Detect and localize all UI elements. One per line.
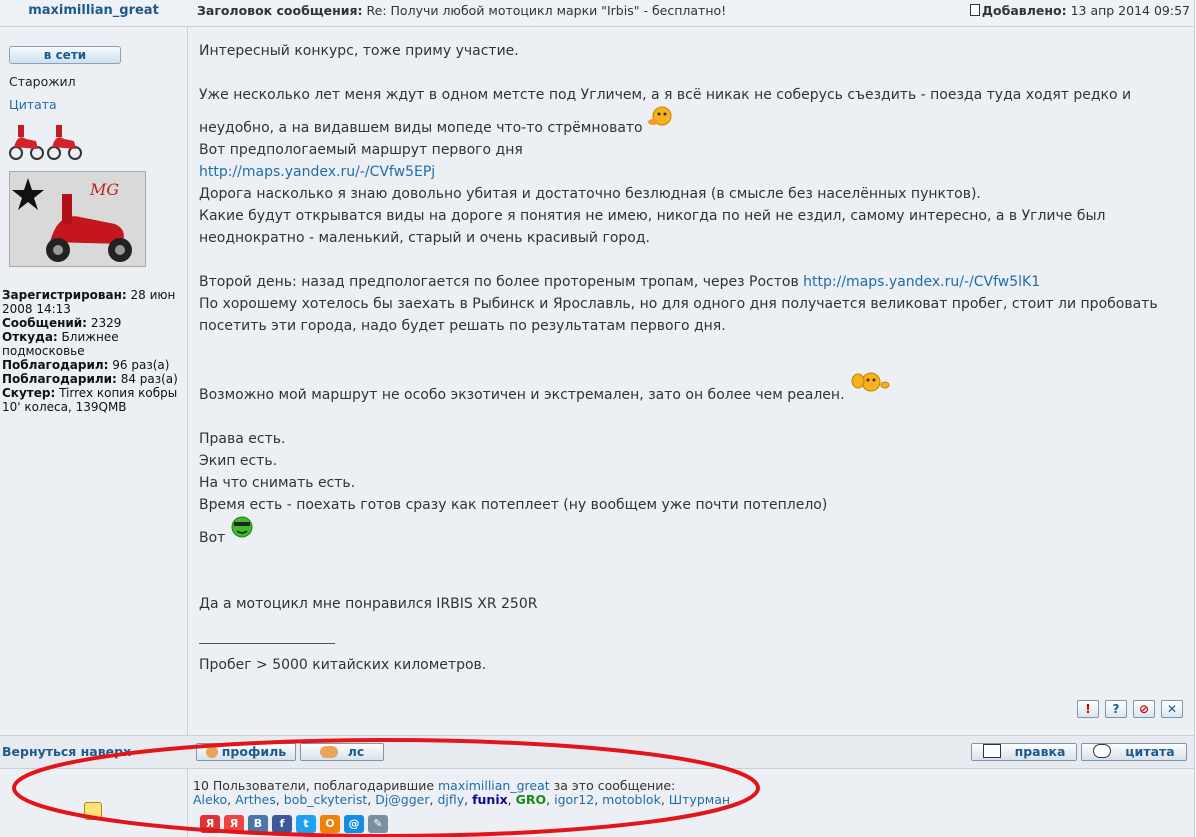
edit-button[interactable]: правка (971, 743, 1077, 761)
help-button[interactable]: ? (1105, 700, 1127, 718)
document-icon (969, 4, 980, 16)
signature-divider (199, 643, 335, 644)
online-status-button[interactable]: в сети (9, 46, 121, 64)
posts-label: Сообщений: (2, 316, 87, 330)
smiley-icon (647, 106, 673, 128)
post-date: Добавлено: 13 апр 2014 09:57 (969, 3, 1190, 18)
posts-value: 2329 (90, 316, 122, 330)
share-bar: Я Я Вf t О @ ✎ (200, 815, 392, 833)
thanks-user[interactable]: motoblok (602, 792, 661, 807)
message-paragraph: На что снимать есть. (199, 475, 356, 491)
thanks-user[interactable]: Aleko (193, 792, 227, 807)
quote-icon (1093, 744, 1112, 758)
mailru-share-icon[interactable]: @ (344, 815, 364, 833)
post-body: Интересный конкурс, тоже приму участие. … (199, 40, 1179, 676)
waving-smiley-icon (849, 371, 891, 393)
edit-label: правка (1014, 744, 1066, 759)
message-text: Второй день: назад предпологается по бол… (199, 274, 799, 290)
thanks-user[interactable]: Dj@gger (375, 792, 429, 807)
message-paragraph: Второй день: назад предпологается по бол… (199, 271, 1179, 293)
message-paragraph: Возможно мой маршрут не особо экзотичен … (199, 371, 1179, 406)
cool-smiley-icon (230, 516, 254, 538)
thanked-label: Поблагодарил: (2, 358, 109, 372)
facebook-share-icon[interactable]: f (272, 815, 292, 833)
subject-label: Заголовок сообщения: (197, 3, 363, 18)
post-subject: Заголовок сообщения: Re: Получи любой мо… (197, 3, 726, 18)
twitter-share-icon[interactable]: t (296, 815, 316, 833)
profile-label: профиль (221, 744, 287, 759)
quote-link[interactable]: Цитата (9, 97, 57, 112)
yandex-share-icon[interactable]: Я (200, 815, 220, 833)
added-label: Добавлено: (981, 3, 1067, 18)
livejournal-share-icon[interactable]: ✎ (368, 815, 388, 833)
message-text: Возможно мой маршрут не особо экзотичен … (199, 387, 845, 403)
warn-button[interactable]: ⊘ (1133, 700, 1155, 718)
thanks-user[interactable]: igor12 (554, 792, 594, 807)
scooter-label: Скутер: (2, 386, 56, 400)
message-paragraph: Дорога насколько я знаю довольно убитая … (199, 186, 981, 202)
thanks-user[interactable]: Arthes (235, 792, 276, 807)
odnoklassniki-share-icon[interactable]: О (320, 815, 340, 833)
message-paragraph: Уже несколько лет меня ждут в одном метс… (199, 84, 1179, 139)
thanked-value: 96 раз(а) (112, 358, 170, 372)
message-paragraph: Экип есть. (199, 453, 278, 469)
avatar-scooter-image (10, 172, 145, 266)
avatar-monogram: MG (90, 180, 120, 199)
signature: Пробег > 5000 китайских километров. (199, 657, 487, 673)
back-to-top-link[interactable]: Вернуться наверх (2, 744, 131, 759)
registered-label: Зарегистрирован: (2, 288, 127, 302)
message-paragraph: Вот предпологаемый маршрут первого дня (199, 142, 523, 158)
message-paragraph: Права есть. (199, 431, 286, 447)
thanks-suffix: за это сообщение: (553, 778, 676, 793)
added-date: 13 апр 2014 09:57 (1070, 3, 1190, 18)
thanked-by-value: 84 раз(а) (120, 372, 178, 386)
message-paragraph: Время есть - поехать готов сразу как пот… (199, 497, 828, 513)
users-icon (319, 746, 338, 758)
quote-button[interactable]: цитата (1081, 743, 1187, 761)
vk-share-icon[interactable]: В (248, 815, 268, 833)
delete-button[interactable]: ✕ (1161, 700, 1183, 718)
thanks-user[interactable]: funix (472, 792, 508, 807)
user-stats: Зарегистрирован: 28 июн 2008 14:13 Сообщ… (2, 288, 185, 414)
thanks-prefix: 10 Пользователи, поблагодарившие (193, 778, 435, 793)
thanks-user[interactable]: Штурман (669, 792, 730, 807)
user-rank: Старожил (9, 74, 76, 89)
route-link-day1[interactable]: http://maps.yandex.ru/-/CVfw5EPj (199, 164, 435, 180)
message-paragraph: По хорошему хотелось бы заехать в Рыбинс… (199, 296, 1158, 334)
thanks-user[interactable]: djfly (437, 792, 464, 807)
message-paragraph: Да а мотоцикл мне понравился IRBIS XR 25… (199, 596, 538, 612)
thanks-user[interactable]: bob_ckyterist (284, 792, 367, 807)
route-link-day2[interactable]: http://maps.yandex.ru/-/CVfw5lK1 (803, 274, 1040, 290)
thanks-icon[interactable] (84, 802, 102, 820)
rank-scooters-icon (9, 125, 82, 160)
scooter-icon (47, 125, 82, 160)
author-name[interactable]: maximillian_great (0, 3, 187, 18)
message-text: Вот (199, 530, 226, 546)
pm-button[interactable]: лс (300, 743, 384, 761)
person-share-icon[interactable]: Я (224, 815, 244, 833)
quote-label: цитата (1125, 744, 1175, 759)
report-button[interactable]: ! (1077, 700, 1099, 718)
pm-label: лс (347, 744, 365, 759)
thanks-user[interactable]: GRO (516, 792, 547, 807)
message-paragraph: Какие будут открыватся виды на дороге я … (199, 208, 1106, 246)
edit-icon (982, 744, 1001, 758)
thanks-user-list: Aleko, Arthes, bob_ckyterist, Dj@gger, d… (193, 792, 731, 807)
from-label: Откуда: (2, 330, 58, 344)
message-paragraph: Вот (199, 516, 1179, 549)
profile-button[interactable]: профиль (196, 743, 296, 761)
avatar: MG (9, 171, 146, 267)
thanks-author-link[interactable]: maximillian_great (438, 778, 550, 793)
scooter-icon (9, 125, 44, 160)
thanks-block: 10 Пользователи, поблагодарившие maximil… (193, 779, 730, 807)
subject-text: Re: Получи любой мотоцикл марки "Irbis" … (366, 3, 727, 18)
thanked-by-label: Поблагодарили: (2, 372, 117, 386)
message-paragraph: Интересный конкурс, тоже приму участие. (199, 43, 519, 59)
profile-icon (205, 746, 218, 758)
